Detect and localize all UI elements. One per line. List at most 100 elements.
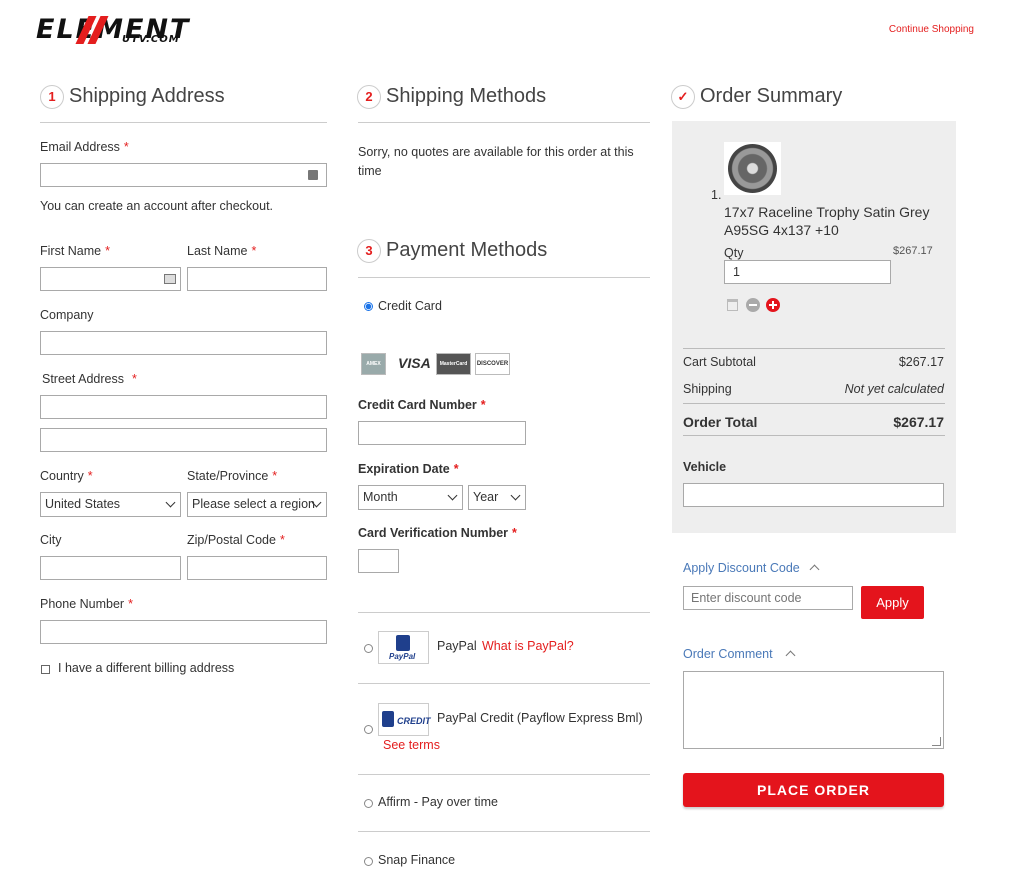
vehicle-label: Vehicle (683, 460, 727, 474)
chevron-down-icon (510, 490, 521, 501)
email-field[interactable] (40, 163, 327, 187)
divider (683, 403, 945, 404)
state-select-value: Please select a region (192, 497, 315, 511)
expiration-label: Expiration Date * (358, 462, 459, 476)
credit-card-radio[interactable] (364, 302, 373, 311)
account-note: You can create an account after checkout… (40, 199, 274, 213)
affirm-label: Affirm - Pay over time (378, 795, 498, 809)
card-number-label: Credit Card Number * (358, 398, 486, 412)
paypal-credit-logo-text: CREDIT (397, 716, 431, 726)
divider (683, 348, 945, 349)
logo-subtext: UTV.COM (122, 34, 180, 45)
order-total-value: $267.17 (893, 414, 944, 430)
plus-glyph-v (772, 301, 774, 309)
zip-field[interactable] (187, 556, 327, 580)
amex-logo: AMEX (361, 353, 386, 375)
paypal-radio[interactable] (364, 644, 373, 653)
site-logo[interactable]: ELEMENT UTV.COM (28, 14, 240, 46)
phone-field[interactable] (40, 620, 327, 644)
payment-methods-title: Payment Methods (386, 239, 548, 261)
divider (683, 435, 945, 436)
company-label: Company (40, 308, 94, 322)
apply-discount-toggle[interactable]: Apply Discount Code (683, 561, 800, 575)
chevron-up-icon[interactable] (785, 650, 796, 661)
phone-label: Phone Number * (40, 597, 133, 611)
wheel-image (728, 144, 777, 193)
paypal-credit-radio[interactable] (364, 725, 373, 734)
last-name-field[interactable] (187, 267, 327, 291)
paypal-credit-logo: CREDIT (378, 703, 431, 736)
credit-card-label: Credit Card (378, 299, 442, 313)
paypal-label: PayPal (437, 639, 477, 653)
company-field[interactable] (40, 331, 327, 355)
item-name: 17x7 Raceline Trophy Satin Grey A95SG 4x… (724, 204, 930, 238)
state-select[interactable]: Please select a region (187, 492, 327, 517)
step-number-2: 2 (357, 85, 381, 109)
paypal-credit-label: PayPal Credit (Payflow Express Bml) (437, 711, 643, 725)
email-label: Email Address * (40, 140, 129, 154)
divider (40, 122, 327, 123)
chevron-up-icon[interactable] (809, 564, 820, 575)
card-number-field[interactable] (358, 421, 526, 445)
qty-value: 1 (733, 265, 740, 279)
minus-glyph (749, 304, 757, 306)
resize-handle-icon[interactable] (932, 737, 941, 746)
what-is-paypal-link[interactable]: What is PayPal? (482, 639, 574, 653)
divider (358, 774, 650, 775)
paypal-logo: PayPal (378, 631, 429, 664)
expiration-year-select[interactable]: Year (468, 485, 526, 510)
qty-label: Qty (724, 246, 744, 260)
qty-field[interactable]: 1 (724, 260, 891, 284)
first-name-field[interactable] (40, 267, 181, 291)
billing-address-label: I have a different billing address (58, 661, 235, 675)
divider (358, 122, 650, 123)
increase-qty-icon[interactable] (766, 298, 780, 312)
cvn-label: Card Verification Number * (358, 526, 517, 540)
divider (358, 683, 650, 684)
order-comment-textarea[interactable] (683, 671, 944, 749)
divider (358, 277, 650, 278)
mastercard-logo: MasterCard (436, 353, 471, 375)
country-label: Country * (40, 469, 93, 483)
see-terms-link[interactable]: See terms (383, 738, 440, 752)
order-comment-toggle[interactable]: Order Comment (683, 647, 773, 661)
subtotal-label: Cart Subtotal (683, 355, 756, 369)
billing-address-checkbox[interactable] (41, 665, 50, 674)
order-summary-check-icon: ✓ (671, 85, 695, 109)
step-number-3: 3 (357, 239, 381, 263)
shipping-value: Not yet calculated (844, 382, 944, 396)
apply-discount-button[interactable]: Apply (861, 586, 924, 619)
country-select[interactable]: United States (40, 492, 181, 517)
zip-label: Zip/Postal Code * (187, 533, 285, 547)
vehicle-field[interactable] (683, 483, 944, 507)
order-total-label: Order Total (683, 414, 758, 430)
discount-code-input[interactable] (683, 586, 853, 610)
affirm-radio[interactable] (364, 799, 373, 808)
item-price: $267.17 (893, 245, 933, 257)
autofill-icon (308, 170, 318, 180)
subtotal-value: $267.17 (898, 355, 944, 369)
no-quotes-message: Sorry, no quotes are available for this … (358, 145, 634, 178)
cvn-field[interactable] (358, 549, 399, 573)
decrease-qty-icon[interactable] (746, 298, 760, 312)
last-name-label: Last Name * (187, 244, 257, 258)
trash-icon[interactable] (727, 299, 738, 311)
street-line-2-field[interactable] (40, 428, 327, 452)
snap-finance-label: Snap Finance (378, 853, 456, 867)
place-order-button[interactable]: PLACE ORDER (683, 773, 944, 807)
year-select-value: Year (473, 490, 499, 504)
snap-finance-radio[interactable] (364, 857, 373, 866)
city-label: City (40, 533, 62, 547)
first-name-label: First Name * (40, 244, 110, 258)
discover-logo: DISCOVER (475, 353, 510, 375)
country-select-value: United States (45, 497, 121, 511)
shipping-label: Shipping (683, 382, 732, 396)
product-thumbnail[interactable] (724, 142, 781, 195)
street-line-1-field[interactable] (40, 395, 327, 419)
expiration-month-select[interactable]: Month (358, 485, 463, 510)
continue-shopping-link[interactable]: Continue Shopping (889, 24, 974, 35)
state-label: State/Province * (187, 469, 278, 483)
paypal-p-icon (396, 635, 410, 651)
shipping-address-title: Shipping Address (69, 85, 225, 107)
city-field[interactable] (40, 556, 181, 580)
